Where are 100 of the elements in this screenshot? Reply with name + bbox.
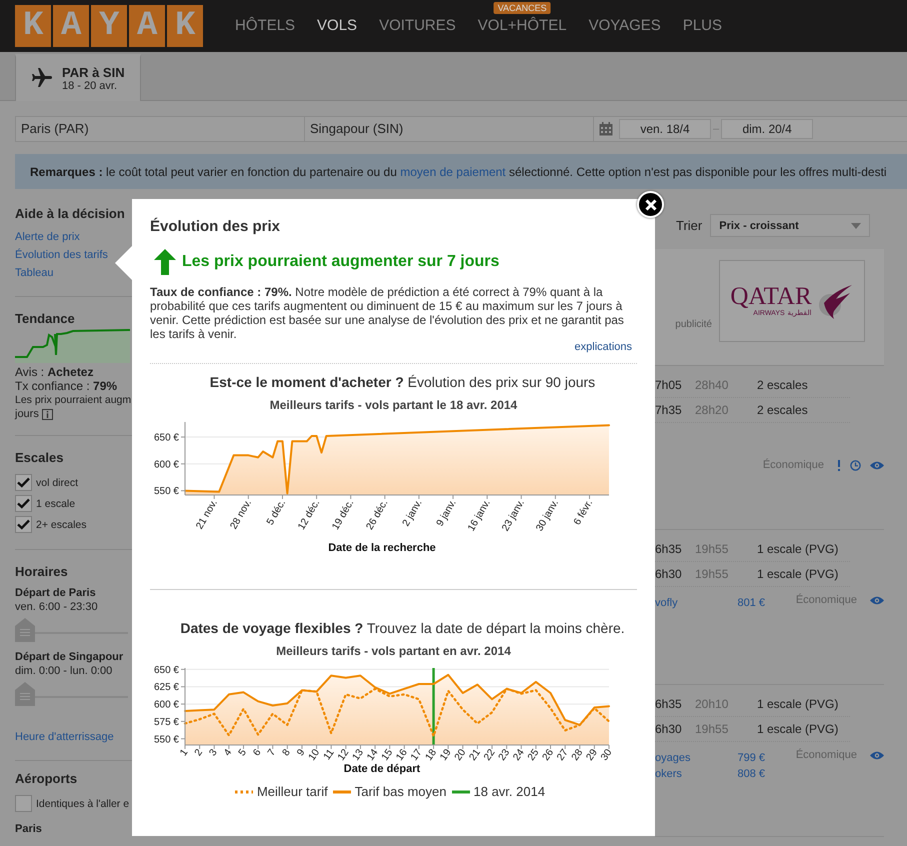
eye-icon[interactable] — [870, 750, 884, 760]
axis-label: 20 — [452, 747, 468, 763]
partner-link[interactable]: vofly — [655, 595, 678, 611]
nav-link[interactable]: VOLS — [317, 17, 358, 34]
confidence-text: Tx confiance : 79% — [15, 379, 118, 393]
axis-label: 1 — [178, 747, 190, 758]
stops-text: 1 escale (PVG) — [757, 697, 838, 711]
section-heading: Escales — [15, 450, 64, 465]
time-range: dim. 0:00 - lun. 0:00 — [15, 664, 114, 678]
calendar-icon[interactable] — [599, 122, 613, 136]
trip-tab[interactable]: PAR à SIN 18 - 20 avr. — [15, 54, 141, 101]
axis-label: 575 € — [154, 716, 179, 728]
departure-time: 7h35 — [655, 403, 683, 417]
stops-text: 1 escale (PVG) — [757, 722, 838, 736]
sidebar-link[interactable]: Tableau — [15, 264, 54, 282]
nav-link[interactable]: PLUS — [682, 17, 722, 34]
axis-label: 29 — [584, 747, 600, 763]
checkbox-label: 2+ escales — [36, 518, 86, 530]
slider-handle[interactable] — [15, 618, 35, 642]
axis-title: Date de la recherche — [328, 542, 436, 554]
checkbox-label: Identiques à l'aller e — [36, 798, 130, 810]
axis-label: 28 nov. — [228, 498, 254, 532]
eye-icon[interactable] — [870, 460, 884, 470]
nav-link[interactable]: VOYAGES — [588, 17, 661, 34]
axis-label: 19 — [438, 747, 454, 763]
slider-label: Départ de Singapour — [15, 650, 124, 664]
axis-label: 6 — [251, 747, 264, 758]
close-button[interactable] — [637, 191, 664, 218]
nav-link[interactable]: VOL+HÔTEL — [478, 17, 567, 34]
axis-label: 21 — [467, 747, 483, 763]
stops-text: 2 escales — [757, 403, 808, 417]
checkbox[interactable] — [15, 474, 32, 491]
prediction-text: Taux de confiance : 79%. Notre modèle de prédiction a été correct à 79% quant à la probabilité que ces tarifs augmentent ou diminuent de 15 € au maximum sur les 7 jours à venir. Cette prédiction est basée sur une analyse de l'évolution des prix et ne garantit pas les tarifs à venir. — [150, 285, 625, 341]
price-link[interactable]: 799 € — [737, 750, 765, 766]
price-link[interactable]: 801 € — [737, 595, 765, 611]
duration: 28h20 — [695, 403, 730, 417]
chart-heading: Dates de voyage flexibles ? Trouvez la date de départ la moins chère. — [179, 620, 626, 636]
nav-link[interactable]: VOITURES — [379, 17, 456, 34]
axis-label: 5 déc. — [264, 498, 288, 528]
nav-link[interactable]: HÔTELS — [235, 17, 296, 34]
clock-icon[interactable] — [850, 460, 861, 470]
landing-time-link[interactable]: Heure d'atterrissage — [15, 728, 114, 746]
axis-label: 28 — [570, 747, 586, 763]
axis-label: 550 € — [154, 486, 179, 498]
eye-icon[interactable] — [870, 596, 884, 604]
axis-label: 23 — [496, 747, 512, 763]
section-heading: Aéroports — [15, 771, 78, 786]
notice-text: Remarques : le coût total peut varier en fonction du partenaire ou du moyen de paiement sélectionné. Cette option n'est pas disponible pour les offres multi-desti — [30, 164, 887, 178]
sidebar-link[interactable]: Alerte de prix — [15, 228, 80, 246]
section-heading: Horaires — [15, 564, 69, 579]
nav-badge: VACANCES — [494, 2, 551, 14]
axis-label: 11 — [322, 747, 337, 762]
sort-dropdown[interactable]: Prix - croissant — [710, 214, 870, 237]
cabin-class: Économique — [762, 459, 824, 471]
info-icon[interactable] — [42, 408, 53, 420]
stops-text: 1 escale (PVG) — [757, 542, 838, 556]
payment-link[interactable]: moyen de paiement — [400, 164, 506, 178]
checkbox[interactable] — [15, 495, 32, 512]
axis-label: 600 € — [154, 459, 179, 470]
section-heading: Tendance — [15, 311, 76, 326]
partner-link[interactable]: oyages — [655, 750, 690, 766]
axis-label: 14 — [365, 747, 381, 763]
legend-label: Tarif bas moyen — [354, 784, 446, 799]
departure-time: 6h30 — [655, 567, 683, 581]
departure-time: 6h30 — [655, 722, 683, 736]
up-arrow-icon — [154, 249, 176, 275]
depart-date-field[interactable]: ven. 18/4 — [619, 119, 711, 139]
axis-label: 26 — [540, 747, 556, 763]
destination-field[interactable]: Singapour (SIN) — [305, 117, 594, 141]
checkbox[interactable] — [15, 795, 32, 812]
axis-label: 550 € — [154, 734, 179, 746]
ad-label: publicité — [675, 319, 712, 330]
checkbox[interactable] — [15, 516, 32, 533]
price-link[interactable]: 808 € — [737, 766, 765, 782]
duration: 28h40 — [695, 378, 730, 392]
axis-label: 2 — [192, 747, 206, 758]
axis-label: 4 — [222, 747, 234, 758]
axis-label: 15 — [380, 747, 396, 763]
return-date-field[interactable]: dim. 20/4 — [721, 119, 814, 139]
duration: 19h55 — [695, 722, 730, 736]
advice-text: Avis : Achetez — [15, 365, 94, 379]
explanations-link[interactable]: explications — [574, 341, 632, 353]
origin-field[interactable]: Paris (PAR) — [16, 117, 305, 141]
partner-link[interactable]: okers — [655, 766, 682, 782]
slider-label: Départ de Paris — [15, 586, 97, 600]
time-range: ven. 6:00 - 23:30 — [15, 600, 99, 614]
axis-label: 25 — [526, 747, 542, 763]
axis-label: 625 € — [154, 682, 179, 694]
line-icon — [332, 790, 352, 794]
departure-time: 7h05 — [655, 378, 683, 392]
axis-label: 18 — [424, 747, 439, 763]
exclamation-icon[interactable] — [837, 460, 841, 470]
sidebar-link[interactable]: Évolution des tarifs — [15, 246, 108, 264]
logo-text: QATAR — [730, 285, 812, 309]
slider-handle[interactable] — [15, 682, 35, 706]
axis-label: 24 — [511, 747, 527, 763]
airplane-icon — [30, 66, 54, 90]
popover-title: Évolution des prix — [150, 218, 282, 235]
cabin-class: Économique — [796, 594, 857, 606]
axis-label: 6 févr. — [572, 498, 596, 528]
